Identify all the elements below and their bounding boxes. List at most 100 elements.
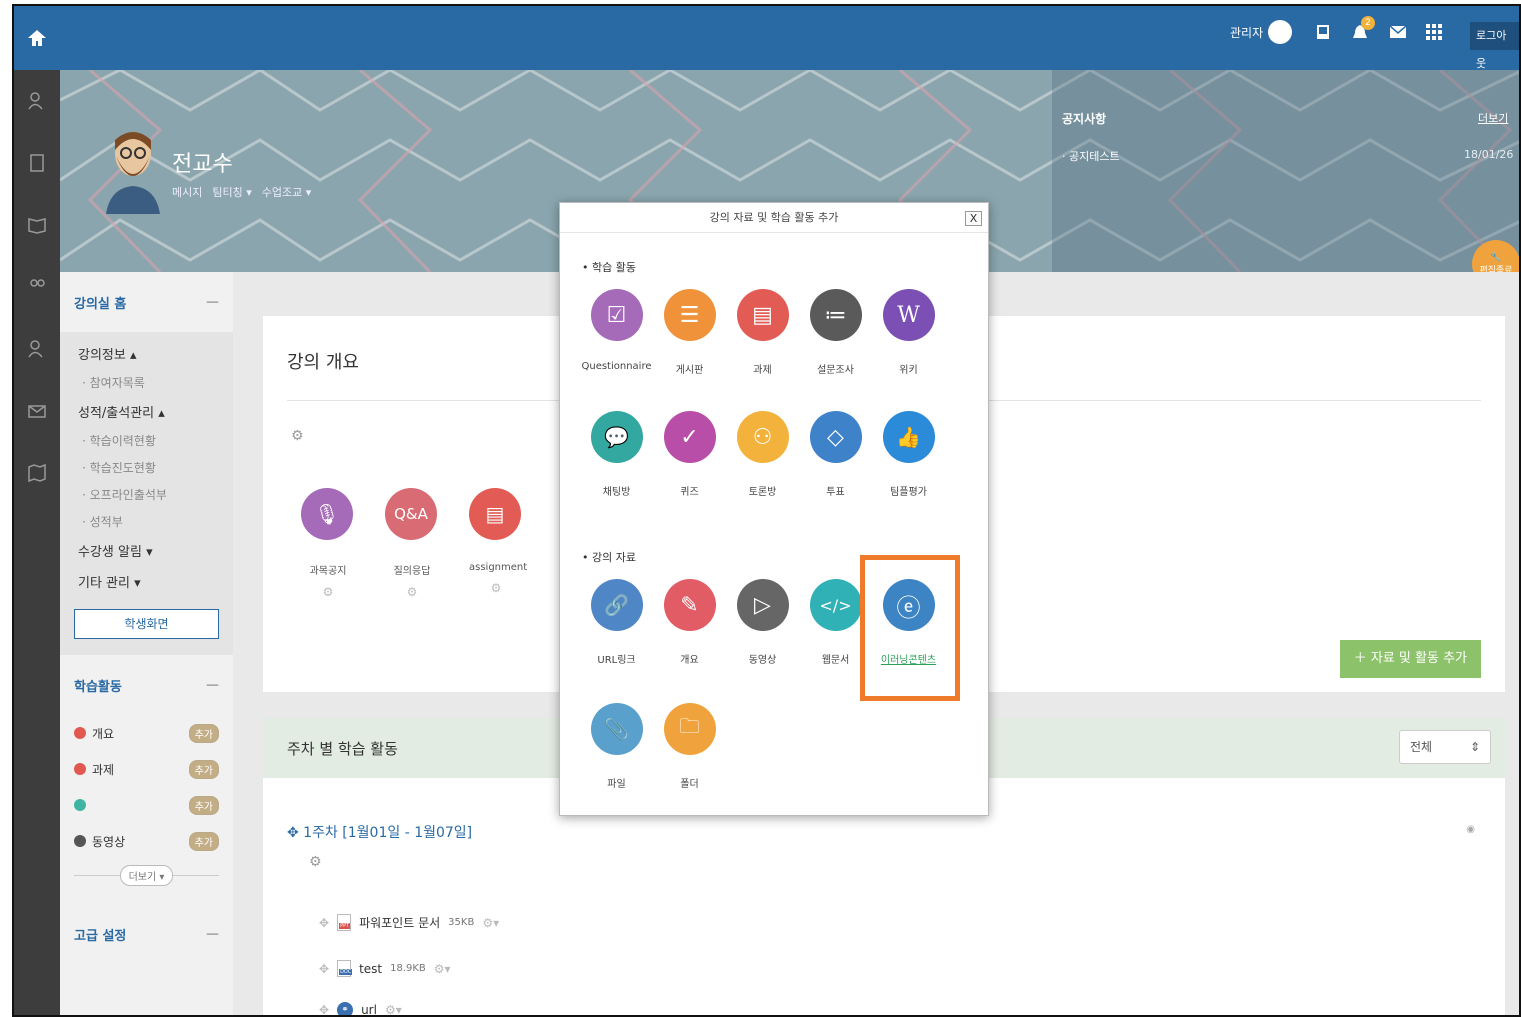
notice-item[interactable]: · 공지테스트 (1062, 148, 1120, 164)
overview-item[interactable]: 🎙 과목공지 ⚙ (301, 488, 355, 599)
tile-url-link[interactable]: 🔗 URL링크 (580, 579, 653, 666)
week-label[interactable]: ✥ 1주차 [1월01일 - 1월07일] (287, 822, 472, 842)
add-material-button[interactable]: ＋ 자료 및 활동 추가 (1339, 640, 1481, 678)
avatar[interactable] (1268, 20, 1292, 44)
survey-icon: ≔ (809, 289, 862, 341)
tile-quiz[interactable]: ✓ 퀴즈 (653, 411, 726, 498)
teaching-assistant-link[interactable]: 수업조교 ▾ (262, 184, 312, 200)
menu-grade-attendance[interactable]: 성적/출석관리 ▴ (60, 396, 233, 427)
home-icon[interactable] (14, 6, 60, 70)
sidebar-advanced-header[interactable]: 고급 설정 — (60, 904, 233, 964)
course-sidebar: 강의실 홈 — 강의정보 ▴ · 참여자목록 성적/출석관리 ▴ · 학습이력현… (60, 272, 233, 1015)
gear-icon[interactable]: ⚙ (385, 585, 439, 599)
tile-file[interactable]: 📎 파일 (580, 703, 653, 790)
gear-dropdown-icon[interactable]: ⚙▾ (434, 962, 451, 976)
eye-icon[interactable]: ◉ (1466, 824, 1475, 835)
apps-grid-icon[interactable] (1426, 24, 1442, 40)
menu-other-admin[interactable]: 기타 관리 ▾ (60, 566, 233, 597)
notification-badge: 2 (1361, 16, 1375, 30)
add-button[interactable]: 추가 (188, 723, 219, 743)
sidebar-advanced-title: 고급 설정 (74, 928, 127, 944)
sidebar-home-header[interactable]: 강의실 홈 — (60, 272, 233, 332)
user-icon[interactable] (14, 318, 60, 380)
sidebar-activities-header[interactable]: 학습활동 — (60, 655, 233, 715)
modal-title: 강의 자료 및 학습 활동 추가 (560, 203, 988, 233)
settings-gear-icon[interactable]: ⚙ (291, 428, 304, 444)
file-row[interactable]: ✥ PPT 파워포인트 문서 35KB ⚙▾ (319, 914, 499, 931)
activity-row: 추가 (74, 787, 219, 823)
envelope-icon[interactable] (1390, 26, 1406, 38)
add-button[interactable]: 추가 (188, 831, 219, 851)
message-link[interactable]: 메시지 (172, 184, 202, 200)
menu-learning-history[interactable]: · 학습이력현황 (60, 427, 233, 454)
activity-label: 동영상 (92, 834, 126, 849)
collapse-icon[interactable]: — (206, 678, 219, 693)
quiz-icon: ✓ (663, 411, 716, 463)
menu-participants[interactable]: · 참여자목록 (60, 369, 233, 396)
menu-student-alerts[interactable]: 수강생 알림 ▾ (60, 535, 233, 566)
logout-button[interactable]: 로그아웃 (1470, 22, 1519, 70)
menu-progress[interactable]: · 학습진도현황 (60, 454, 233, 481)
tile-folder[interactable]: 🗀 폴더 (653, 703, 726, 790)
tile-team-evaluation[interactable]: 👍 팀플평가 (872, 411, 945, 498)
sidebar-home-title: 강의실 홈 (74, 296, 127, 312)
menu-gradebook[interactable]: · 성적부 (60, 508, 233, 535)
move-icon[interactable]: ✥ (319, 1003, 329, 1015)
move-icon[interactable]: ✥ (319, 916, 329, 930)
tile-survey[interactable]: ≔ 설문조사 (799, 289, 872, 376)
tile-label: Questionnaire (581, 361, 652, 372)
professor-name: 전교수 (172, 152, 233, 177)
add-button[interactable]: 추가 (188, 795, 219, 815)
map-icon[interactable] (14, 442, 60, 504)
tile-board[interactable]: ☰ 게시판 (653, 289, 726, 376)
tile-vote[interactable]: ◇ 투표 (799, 411, 872, 498)
doc-file-icon: DOC (337, 960, 353, 977)
tablet-icon[interactable] (1316, 24, 1330, 40)
qa-icon: Q&A (385, 488, 437, 540)
collapse-icon[interactable]: — (206, 295, 219, 310)
tile-chat[interactable]: 💬 채팅방 (580, 411, 653, 498)
file-name[interactable]: 파워포인트 문서 (359, 914, 440, 931)
student-view-button[interactable]: 학생화면 (74, 609, 219, 639)
assignment-icon: ▤ (736, 289, 789, 341)
sidebar-activities-title: 학습활동 (74, 679, 122, 695)
tile-assignment[interactable]: ▤ 과제 (726, 289, 799, 376)
close-button[interactable]: X (965, 211, 982, 226)
gear-icon[interactable]: ⚙ (469, 581, 523, 595)
person-icon[interactable] (14, 70, 60, 132)
tile-discussion[interactable]: ⚇ 토론방 (726, 411, 799, 498)
tile-elearning-content[interactable]: ⓔ 이러닝콘텐츠 (872, 579, 945, 666)
mail-icon[interactable] (14, 380, 60, 442)
overview-item[interactable]: Q&A 질의응답 ⚙ (385, 488, 439, 599)
tile-wiki[interactable]: W 위키 (872, 289, 945, 376)
gear-icon[interactable]: ⚙ (309, 854, 322, 870)
tile-label: URL링크 (597, 655, 636, 666)
file-row[interactable]: ✥ DOC test 18.9KB ⚙▾ (319, 960, 451, 977)
week-filter-select[interactable]: 전체 ⇕ (1399, 730, 1491, 764)
gear-dropdown-icon[interactable]: ⚙▾ (482, 916, 499, 930)
tile-questionnaire[interactable]: ☑ Questionnaire (580, 289, 653, 372)
overview-title: 강의 개요 (287, 352, 359, 373)
gear-icon[interactable]: ⚙ (301, 585, 355, 599)
notice-date: 18/01/26 (1464, 148, 1514, 161)
menu-course-info[interactable]: 강의정보 ▴ (60, 338, 233, 369)
group-icon[interactable] (14, 256, 60, 318)
activity-add-list: 개요 추가 과제 추가 추가 동영상 추가 더보기 ▾ (60, 715, 233, 886)
notice-more-link[interactable]: 더보기 (1478, 110, 1508, 126)
add-button[interactable]: 추가 (188, 759, 219, 779)
tile-video[interactable]: ▷ 동영상 (726, 579, 799, 666)
admin-label[interactable]: 관리자 (1230, 24, 1263, 41)
notebook-icon[interactable] (14, 132, 60, 194)
overview-item[interactable]: ▤ assignment ⚙ (469, 488, 527, 595)
tile-summary[interactable]: ✎ 개요 (653, 579, 726, 666)
team-teaching-link[interactable]: 팀티칭 ▾ (212, 184, 251, 200)
more-button[interactable]: 더보기 ▾ (119, 865, 174, 886)
file-name[interactable]: test (359, 962, 382, 976)
book-icon[interactable] (14, 194, 60, 256)
file-name[interactable]: url (361, 1003, 377, 1015)
menu-offline-attendance[interactable]: · 오프라인출석부 (60, 481, 233, 508)
file-row[interactable]: ✥ ⚭ url ⚙▾ (319, 1002, 402, 1015)
gear-dropdown-icon[interactable]: ⚙▾ (385, 1003, 402, 1015)
collapse-icon[interactable]: — (206, 927, 219, 942)
move-icon[interactable]: ✥ (319, 962, 329, 976)
